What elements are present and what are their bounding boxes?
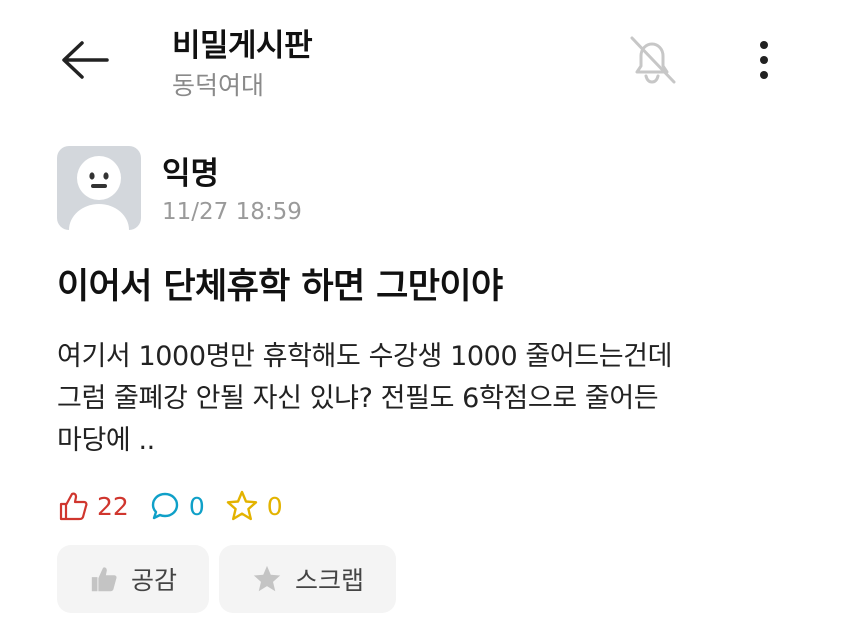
- thumbs-up-icon: [59, 492, 88, 521]
- comment-icon: [151, 492, 179, 520]
- empathy-button[interactable]: 공감: [57, 545, 209, 613]
- scrap-label: 스크랩: [294, 566, 364, 595]
- post-stats: 22 0 0: [57, 486, 303, 526]
- scrap-button[interactable]: 스크랩: [219, 545, 396, 613]
- post-title: 이어서 단체휴학 하면 그만이야: [57, 267, 503, 307]
- scrap-count-value: 0: [266, 491, 283, 521]
- back-button[interactable]: [58, 36, 112, 84]
- notification-toggle-button[interactable]: [620, 30, 684, 90]
- anonymous-user-icon: [69, 156, 129, 230]
- board-title: 비밀게시판: [172, 28, 313, 64]
- more-vertical-icon: [760, 41, 768, 79]
- arrow-left-icon: [62, 41, 109, 79]
- more-options-button[interactable]: [744, 34, 784, 86]
- like-count: 22: [57, 490, 129, 522]
- top-bar: 비밀게시판 동덕여대: [0, 0, 850, 120]
- empathy-label: 공감: [130, 566, 177, 595]
- scrap-count: 0: [225, 489, 283, 523]
- like-count-value: 22: [97, 491, 129, 521]
- post-body: 여기서 1000명만 휴학해도 수강생 1000 줄어드는건데 그럼 줄폐강 안…: [57, 341, 673, 456]
- bell-off-icon: [630, 36, 676, 84]
- comment-count: 0: [149, 490, 205, 522]
- star-icon: [253, 565, 281, 592]
- thumbs-up-icon: [91, 567, 117, 592]
- star-icon: [226, 490, 257, 521]
- post-timestamp: 11/27 18:59: [162, 199, 302, 225]
- school-name: 동덕여대: [172, 71, 265, 100]
- comment-count-value: 0: [188, 491, 205, 521]
- avatar: [57, 146, 141, 230]
- author-name: 익명: [162, 156, 220, 192]
